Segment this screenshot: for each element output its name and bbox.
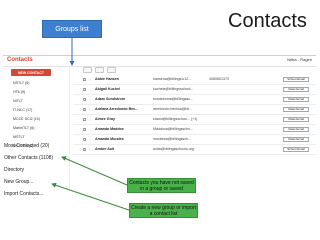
- arrow-icon: [61, 156, 128, 186]
- callout-arrows: [51, 38, 130, 211]
- arrow-icon: [51, 182, 130, 211]
